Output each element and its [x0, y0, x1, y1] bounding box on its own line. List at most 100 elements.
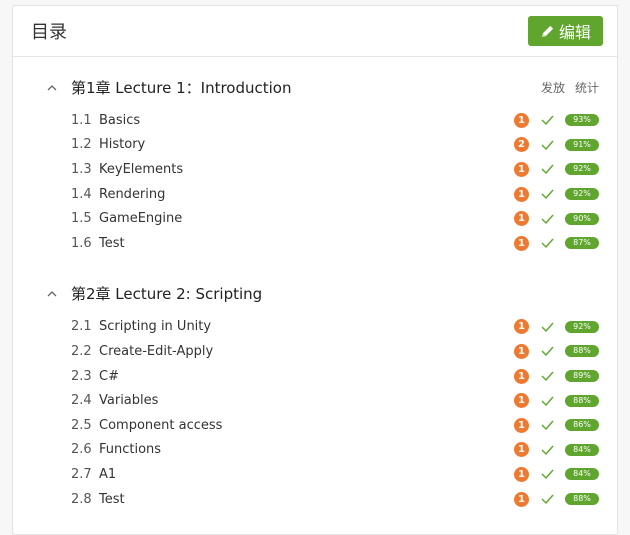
publish-count-badge[interactable]: 1 — [514, 235, 529, 251]
edit-button[interactable]: 编辑 — [527, 16, 603, 46]
lesson-row[interactable]: 1.4 Rendering 1 92% — [47, 182, 599, 207]
lesson-row[interactable]: 2.4 Variables 1 88% — [47, 388, 599, 413]
lesson-stats: 1 84% — [513, 466, 599, 482]
completion-badge[interactable]: 92% — [565, 320, 599, 333]
lesson-number: 2.8 — [71, 491, 92, 507]
completion-badge[interactable]: 89% — [565, 370, 599, 383]
lesson-name[interactable]: History — [99, 137, 513, 152]
publish-count-badge[interactable]: 1 — [514, 417, 529, 433]
check-icon — [539, 115, 555, 126]
check-icon — [539, 346, 555, 357]
completion-badge[interactable]: 91% — [565, 138, 599, 151]
check-icon — [539, 445, 555, 455]
lesson-name[interactable]: Scripting in Unity — [99, 319, 513, 334]
lesson-name[interactable]: Basics — [99, 113, 513, 128]
lesson-name[interactable]: Rendering — [99, 187, 513, 202]
edit-label: 编辑 — [558, 23, 591, 42]
chevron-up-icon[interactable] — [47, 84, 61, 91]
publish-count-badge[interactable]: 1 — [514, 319, 529, 335]
lesson-stats: 1 92% — [513, 161, 599, 177]
lesson-row[interactable]: 1.2 History 2 91% — [47, 133, 599, 158]
lesson-name[interactable]: Test — [99, 236, 513, 251]
lesson-name[interactable]: Functions — [99, 442, 513, 457]
lesson-name[interactable]: Test — [99, 492, 513, 507]
lesson-row[interactable]: 2.7 A1 1 84% — [47, 462, 599, 487]
chapter-header[interactable]: 第1章 Lecture 1：Introduction 发放 统计 — [47, 75, 599, 99]
publish-count-badge[interactable]: 1 — [514, 161, 529, 177]
publish-count-badge[interactable]: 1 — [514, 186, 529, 202]
lesson-number: 1.2 — [71, 137, 92, 153]
completion-badge[interactable]: 88% — [565, 345, 599, 358]
completion-badge[interactable]: 88% — [565, 493, 599, 506]
lesson-name[interactable]: Component access — [99, 418, 513, 433]
completion-badge[interactable]: 92% — [565, 163, 599, 176]
lesson-number: 2.3 — [71, 368, 92, 384]
lesson-row[interactable]: 2.2 Create-Edit-Apply 1 88% — [47, 339, 599, 364]
lesson-name[interactable]: KeyElements — [99, 162, 513, 177]
check-icon — [539, 140, 555, 150]
lesson-stats: 1 92% — [513, 319, 599, 335]
lesson-row[interactable]: 2.3 C# 1 89% — [47, 364, 599, 389]
lesson-name[interactable]: GameEngine — [99, 211, 513, 226]
completion-badge[interactable]: 86% — [565, 419, 599, 432]
lesson-stats: 1 88% — [513, 393, 599, 409]
catalog-panel: 目录 编辑 第1章 Lecture 1：Introduction 发放 统计 1 — [12, 5, 618, 535]
lesson-row[interactable]: 1.6 Test 1 87% — [47, 231, 599, 256]
check-icon — [539, 322, 555, 332]
publish-count-badge[interactable]: 1 — [514, 211, 529, 227]
lesson-name[interactable]: Variables — [99, 393, 513, 408]
chapter-2: 第2章 Lecture 2: Scripting 2.1 Scripting i… — [13, 282, 617, 512]
panel-header: 目录 编辑 — [13, 6, 617, 57]
completion-badge[interactable]: 90% — [565, 212, 599, 225]
pencil-icon — [540, 24, 555, 39]
lesson-row[interactable]: 1.3 KeyElements 1 92% — [47, 157, 599, 182]
check-icon — [539, 214, 555, 224]
publish-count-badge[interactable]: 2 — [514, 137, 529, 153]
lesson-row[interactable]: 1.1 Basics 1 93% — [47, 108, 599, 133]
lesson-number: 2.7 — [71, 466, 92, 482]
lesson-number: 1.6 — [71, 235, 92, 251]
lesson-list: 1.1 Basics 1 93% 1.2 History 2 91% 1.3 K… — [47, 108, 599, 256]
completion-badge[interactable]: 84% — [565, 468, 599, 481]
publish-count-badge[interactable]: 1 — [514, 112, 529, 128]
lesson-list: 2.1 Scripting in Unity 1 92% 2.2 Create-… — [47, 315, 599, 512]
completion-badge[interactable]: 88% — [565, 394, 599, 407]
publish-count-badge[interactable]: 1 — [514, 466, 529, 482]
lesson-number: 1.1 — [71, 112, 92, 128]
lesson-name[interactable]: C# — [99, 369, 513, 384]
lesson-row[interactable]: 2.8 Test 1 88% — [47, 487, 599, 512]
lesson-name[interactable]: A1 — [99, 467, 513, 482]
lesson-number: 2.5 — [71, 417, 92, 433]
publish-count-badge[interactable]: 1 — [514, 442, 529, 458]
chapter-1: 第1章 Lecture 1：Introduction 发放 统计 1.1 Bas… — [13, 75, 617, 256]
lesson-name[interactable]: Create-Edit-Apply — [99, 344, 513, 359]
completion-badge[interactable]: 92% — [565, 188, 599, 201]
column-headers: 发放 统计 — [541, 79, 599, 96]
completion-badge[interactable]: 93% — [565, 114, 599, 127]
lesson-stats: 1 89% — [513, 368, 599, 384]
lesson-row[interactable]: 2.5 Component access 1 86% — [47, 413, 599, 438]
lesson-number: 2.2 — [71, 343, 92, 359]
check-icon — [539, 371, 555, 382]
lesson-number: 2.4 — [71, 393, 92, 409]
check-icon — [539, 494, 555, 505]
lesson-stats: 2 91% — [513, 137, 599, 153]
publish-header: 发放 — [540, 80, 565, 95]
check-icon — [539, 164, 555, 175]
publish-count-badge[interactable]: 1 — [514, 393, 529, 409]
chapter-header[interactable]: 第2章 Lecture 2: Scripting — [47, 282, 599, 306]
lesson-row[interactable]: 1.5 GameEngine 1 90% — [47, 206, 599, 231]
lesson-number: 2.1 — [71, 319, 92, 335]
page-title: 目录 — [31, 22, 67, 43]
lesson-row[interactable]: 2.6 Functions 1 84% — [47, 438, 599, 463]
check-icon — [539, 469, 555, 480]
chevron-up-icon[interactable] — [47, 290, 61, 297]
stats-header: 统计 — [574, 80, 599, 95]
publish-count-badge[interactable]: 1 — [514, 343, 529, 359]
lesson-stats: 1 88% — [513, 491, 599, 507]
completion-badge[interactable]: 84% — [565, 443, 599, 456]
lesson-row[interactable]: 2.1 Scripting in Unity 1 92% — [47, 315, 599, 340]
completion-badge[interactable]: 87% — [565, 237, 599, 250]
publish-count-badge[interactable]: 1 — [514, 491, 529, 507]
publish-count-badge[interactable]: 1 — [514, 368, 529, 384]
